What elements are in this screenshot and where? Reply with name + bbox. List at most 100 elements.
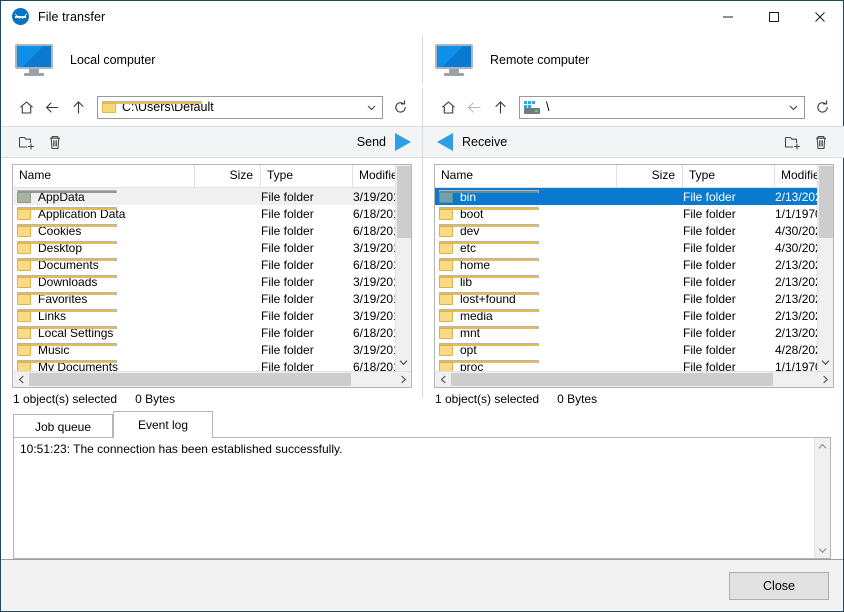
table-row[interactable]: Local Settings File folder 6/18/201 [13, 324, 411, 341]
table-row[interactable]: mnt File folder 2/13/202 [435, 324, 833, 341]
table-row[interactable]: Downloads File folder 3/19/201 [13, 273, 411, 290]
up-arrow-icon[interactable] [487, 94, 513, 120]
folder-icon [439, 309, 539, 322]
up-arrow-icon[interactable] [65, 94, 91, 120]
scroll-left-icon[interactable] [13, 372, 29, 387]
remote-file-list[interactable]: Name Size Type Modified bin File folder 2/… [434, 164, 834, 388]
hscroll-track[interactable] [29, 372, 395, 387]
table-row[interactable]: lost+found File folder 2/13/202 [435, 290, 833, 307]
local-horizontal-scrollbar[interactable] [13, 371, 411, 387]
column-header-type[interactable]: Type [261, 165, 353, 187]
home-icon[interactable] [435, 94, 461, 120]
table-row[interactable]: Links File folder 3/19/201 [13, 307, 411, 324]
remote-status-bar: 1 object(s) selected 0 Bytes [423, 388, 844, 410]
trash-icon[interactable] [807, 130, 835, 154]
table-row[interactable]: dev File folder 4/30/202 [435, 222, 833, 239]
remote-size-status: 0 Bytes [557, 392, 598, 406]
column-header-name[interactable]: Name [435, 165, 617, 187]
cell-type: File folder [261, 342, 314, 357]
close-button[interactable] [797, 1, 843, 32]
cell-name: media [435, 309, 617, 323]
folder-icon [17, 292, 117, 305]
cell-type: File folder [261, 308, 314, 323]
remote-path-field[interactable]: \ [519, 95, 805, 119]
cell-type: File folder [683, 240, 736, 255]
table-row[interactable]: bin File folder 2/13/202 [435, 188, 833, 205]
table-row[interactable]: Favorites File folder 3/19/201 [13, 290, 411, 307]
table-row[interactable]: boot File folder 1/1/1970 [435, 205, 833, 222]
new-folder-icon[interactable] [779, 130, 807, 154]
scroll-right-icon[interactable] [395, 372, 411, 387]
scroll-down-icon[interactable] [815, 542, 830, 558]
local-selection-status: 1 object(s) selected [13, 392, 118, 406]
hscroll-thumb[interactable] [451, 373, 773, 386]
trash-icon[interactable] [41, 130, 69, 154]
chevron-down-icon[interactable] [362, 102, 380, 113]
folder-icon [102, 101, 202, 113]
table-row[interactable]: Documents File folder 6/18/201 [13, 256, 411, 273]
scroll-thumb[interactable] [819, 166, 833, 238]
scroll-up-icon[interactable] [815, 438, 830, 454]
table-row[interactable]: Application Data File folder 6/18/201 [13, 205, 411, 222]
file-panes: C:\Users\Default Send Name Size Type Mod… [1, 88, 844, 410]
window-controls [705, 1, 843, 32]
local-path-field[interactable]: C:\Users\Default [97, 95, 383, 119]
scroll-left-icon[interactable] [435, 372, 451, 387]
back-arrow-icon[interactable] [461, 94, 487, 120]
table-row[interactable]: media File folder 2/13/202 [435, 307, 833, 324]
table-row[interactable]: etc File folder 4/30/202 [435, 239, 833, 256]
folder-icon [17, 326, 117, 339]
table-row[interactable]: Music File folder 3/19/201 [13, 341, 411, 358]
column-header-type[interactable]: Type [683, 165, 775, 187]
back-arrow-icon[interactable] [39, 94, 65, 120]
send-label[interactable]: Send [357, 135, 386, 149]
folder-icon [17, 258, 117, 271]
local-address-bar: C:\Users\Default [1, 88, 423, 126]
column-header-size[interactable]: Size [617, 165, 683, 187]
scroll-right-icon[interactable] [817, 372, 833, 387]
arrow-left-icon[interactable] [437, 133, 453, 151]
header-divider [422, 36, 423, 84]
table-row[interactable]: home File folder 2/13/202 [435, 256, 833, 273]
cell-type: File folder [683, 189, 736, 204]
scroll-down-icon[interactable] [818, 354, 832, 371]
tab-job-queue[interactable]: Job queue [13, 414, 113, 438]
event-log-box[interactable]: 10:51:23: The connection has been establ… [13, 437, 831, 559]
table-row[interactable]: Cookies File folder 6/18/201 [13, 222, 411, 239]
table-row[interactable]: opt File folder 4/28/202 [435, 341, 833, 358]
local-rows-container: AppData File folder 3/19/201 Application Da… [13, 188, 411, 387]
receive-label[interactable]: Receive [462, 135, 507, 149]
title-bar: File transfer [1, 1, 843, 32]
refresh-icon[interactable] [387, 94, 413, 120]
arrow-right-icon[interactable] [395, 133, 411, 151]
column-header-size[interactable]: Size [195, 165, 261, 187]
folder-icon [439, 343, 539, 356]
remote-address-bar: \ [423, 88, 844, 126]
close-dialog-button[interactable]: Close [729, 571, 829, 600]
table-row[interactable]: Desktop File folder 3/19/201 [13, 239, 411, 256]
hscroll-thumb[interactable] [29, 373, 351, 386]
table-row[interactable]: lib File folder 2/13/202 [435, 273, 833, 290]
scroll-thumb[interactable] [397, 166, 411, 238]
home-icon[interactable] [13, 94, 39, 120]
maximize-button[interactable] [751, 1, 797, 32]
remote-vertical-scrollbar[interactable] [817, 165, 833, 371]
table-row[interactable]: AppData File folder 3/19/201 [13, 188, 411, 205]
new-folder-icon[interactable] [13, 130, 41, 154]
log-scrollbar[interactable] [814, 438, 830, 558]
local-file-list[interactable]: Name Size Type Modified AppData File fold… [12, 164, 412, 388]
cell-name: boot [435, 207, 617, 221]
scroll-down-icon[interactable] [396, 354, 410, 371]
cell-type: File folder [261, 223, 314, 238]
refresh-icon[interactable] [809, 94, 835, 120]
chevron-down-icon[interactable] [784, 102, 802, 113]
column-header-name[interactable]: Name [13, 165, 195, 187]
local-vertical-scrollbar[interactable] [395, 165, 411, 371]
remote-horizontal-scrollbar[interactable] [435, 371, 833, 387]
cell-name: bin [435, 190, 617, 204]
tab-event-log[interactable]: Event log [113, 411, 213, 438]
cell-type: File folder [683, 291, 736, 306]
cell-type: File folder [683, 223, 736, 238]
minimize-button[interactable] [705, 1, 751, 32]
hscroll-track[interactable] [451, 372, 817, 387]
